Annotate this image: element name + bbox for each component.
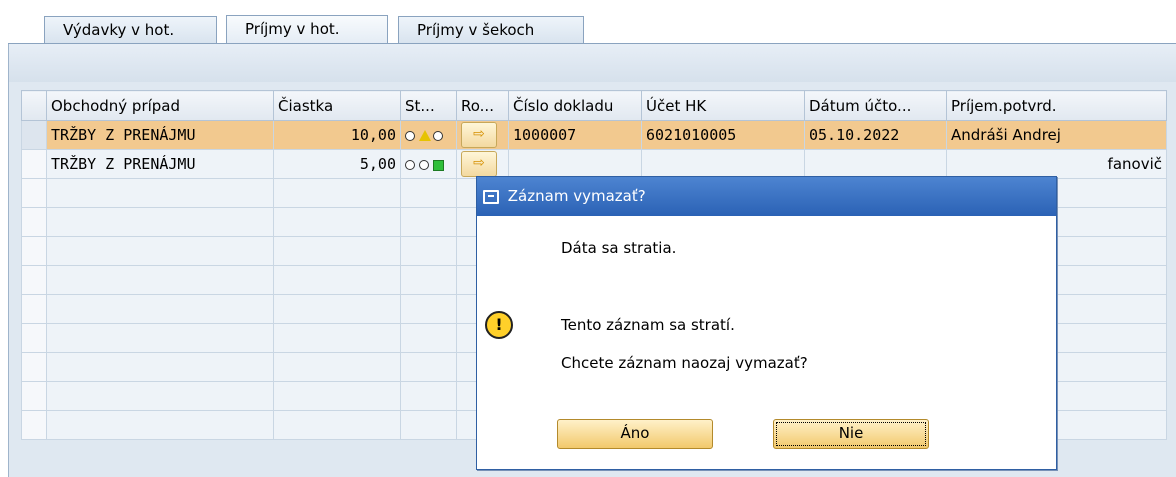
cell-type: TRŽBY Z PRENÁJMU — [46, 149, 274, 179]
no-button[interactable]: Nie — [773, 419, 929, 449]
col-header[interactable]: Obchodný prípad — [46, 90, 274, 121]
cell-recipient: Andráši Andrej — [946, 120, 1167, 150]
delete-confirm-dialog: Záznam vymazať? Dáta sa stratia. ! Tento… — [476, 176, 1057, 470]
col-header[interactable]: Číslo dokladu — [508, 90, 642, 121]
dialog-message-2: Tento záznam sa stratí. — [561, 316, 735, 334]
arrow-right-icon[interactable]: ⇨ — [461, 122, 497, 148]
tab-label: Príjmy v hot. — [245, 20, 340, 38]
row-selector[interactable] — [21, 178, 47, 208]
cell-status — [400, 149, 457, 179]
row-selector[interactable] — [21, 352, 47, 382]
col-header[interactable]: Čiastka — [273, 90, 401, 121]
row-selector[interactable] — [21, 236, 47, 266]
row-selector[interactable] — [21, 323, 47, 353]
cell-action: ⇨ — [456, 149, 509, 179]
cell-amount: 5,00 — [273, 149, 401, 179]
row-selector[interactable] — [21, 410, 47, 440]
cell-status — [400, 120, 457, 150]
cell-type: TRŽBY Z PRENÁJMU — [46, 120, 274, 150]
cell-recipient: fanovič — [946, 149, 1167, 179]
tab-prijmy-hot[interactable]: Príjmy v hot. — [226, 15, 388, 44]
row-selector[interactable] — [21, 149, 47, 179]
cell-date: 05.10.2022 — [804, 120, 947, 150]
col-header[interactable]: Účet HK — [641, 90, 805, 121]
row-selector[interactable] — [21, 294, 47, 324]
row-selector[interactable] — [21, 265, 47, 295]
table-row[interactable]: TRŽBY Z PRENÁJMU 10,00 ⇨ 1000007 6021010… — [21, 120, 1167, 150]
col-header[interactable]: Príjem.potvrd. — [946, 90, 1167, 121]
table-row[interactable]: TRŽBY Z PRENÁJMU 5,00 ⇨ fanovič — [21, 149, 1167, 179]
tab-label: Príjmy v šekoch — [417, 21, 535, 39]
tab-strip: Výdavky v hot. Príjmy v hot. Príjmy v še… — [0, 0, 1176, 46]
tab-label: Výdavky v hot. — [63, 21, 175, 39]
dialog-message-1: Dáta sa stratia. — [561, 239, 677, 257]
cell-action: ⇨ — [456, 120, 509, 150]
cell-account — [641, 149, 805, 179]
dialog-window-icon — [483, 189, 499, 204]
row-selector[interactable] — [21, 120, 47, 150]
col-header[interactable]: Ro... — [456, 90, 509, 121]
warning-icon: ! — [485, 311, 513, 339]
header-row: Obchodný prípad Čiastka St... Ro... Čísl… — [21, 90, 1167, 121]
tab-vydavky[interactable]: Výdavky v hot. — [44, 16, 217, 43]
dialog-titlebar[interactable]: Záznam vymazať? — [477, 177, 1056, 216]
traffic-light-icon — [405, 157, 447, 173]
cell-amount: 10,00 — [273, 120, 401, 150]
cell-doc — [508, 149, 642, 179]
dialog-title: Záznam vymazať? — [507, 187, 646, 205]
row-selector[interactable] — [21, 207, 47, 237]
toolbar-band — [8, 44, 1176, 83]
cell-doc: 1000007 — [508, 120, 642, 150]
dialog-message-3: Chcete záznam naozaj vymazať? — [561, 354, 808, 372]
col-header[interactable]: St... — [400, 90, 457, 121]
cell-date — [804, 149, 947, 179]
col-header[interactable]: Dátum účto... — [804, 90, 947, 121]
yes-button[interactable]: Áno — [557, 419, 713, 449]
cell-account: 6021010005 — [641, 120, 805, 150]
row-selector[interactable] — [21, 381, 47, 411]
select-all-cell[interactable] — [21, 90, 47, 121]
traffic-light-icon — [405, 128, 447, 144]
tab-prijmy-seky[interactable]: Príjmy v šekoch — [398, 16, 584, 43]
arrow-right-icon[interactable]: ⇨ — [461, 151, 497, 177]
dialog-body: Dáta sa stratia. ! Tento záznam sa strat… — [477, 217, 1056, 469]
